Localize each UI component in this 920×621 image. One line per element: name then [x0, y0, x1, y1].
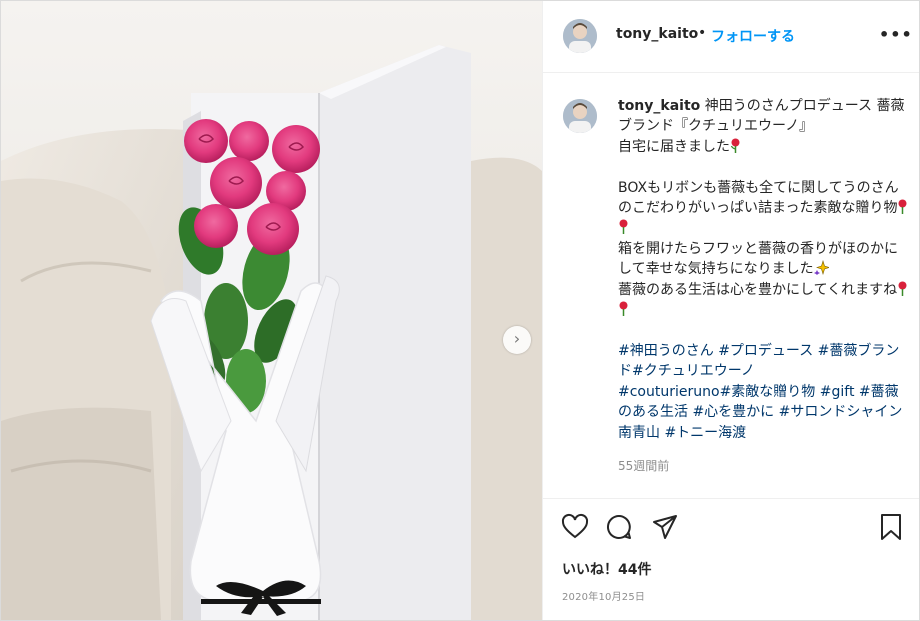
post-time-ago[interactable]: 55週間前: [618, 457, 669, 474]
post-photo[interactable]: ›: [1, 1, 542, 620]
action-bar: [543, 498, 919, 549]
hashtag-link[interactable]: #couturieruno: [618, 384, 720, 400]
more-options-icon[interactable]: •••: [879, 25, 913, 44]
bookmark-icon[interactable]: [877, 513, 905, 541]
hashtag-link[interactable]: #プロデュース: [718, 343, 813, 359]
chevron-right-icon: ›: [513, 329, 521, 348]
caption-line-5: 薔薇のある生活は心を豊かにしてくれますね: [618, 281, 898, 298]
hashtag-link[interactable]: #トニー海渡: [664, 425, 746, 441]
separator-dot: •: [698, 25, 707, 41]
hashtag-link[interactable]: #素敵な贈り物: [720, 384, 816, 400]
post-date: 2020年10月25日: [562, 592, 646, 603]
hashtag-link[interactable]: #gift: [820, 384, 855, 400]
comment-icon[interactable]: [605, 513, 633, 541]
avatar-image: [563, 19, 597, 53]
avatar-image: [563, 99, 597, 133]
caption-line-3: BOXもリボンも薔薇も全てに関してうのさんのこだわりがいっぱい詰まった素敵な贈り…: [618, 179, 899, 217]
rose-emoji-icon: [898, 281, 907, 296]
hashtag-link[interactable]: #心を豊かに: [692, 404, 774, 420]
avatar[interactable]: [563, 19, 597, 53]
rose-emoji-icon: [898, 199, 907, 215]
sparkles-emoji-icon: [813, 260, 829, 276]
username[interactable]: tony_kaito: [616, 26, 698, 42]
likes-count[interactable]: いいね！44件: [562, 559, 651, 579]
caption-avatar[interactable]: [563, 99, 597, 133]
caption-line-4: 箱を開けたらフワッと薔薇の香りがほのかにして幸せな気持ちになりました: [618, 240, 898, 278]
caption-line-2: 自宅に届きました: [618, 138, 730, 155]
heart-icon[interactable]: [561, 513, 589, 541]
follow-button[interactable]: フォローする: [711, 26, 795, 46]
rose-emoji-icon: [619, 219, 628, 235]
hashtag-link[interactable]: #クチュリエウーノ: [632, 363, 755, 379]
caption-text: tony_kaito 神田うのさんプロデュース 薔薇ブランド『クチュリエウーノ』…: [618, 96, 910, 443]
share-icon[interactable]: [651, 513, 679, 541]
rose-emoji-icon: [730, 138, 740, 153]
rose-emoji-icon: [619, 301, 628, 317]
rose-box-photo: [1, 1, 542, 620]
post-sidebar: tony_kaito • フォローする ••• tony_kaito 神田うのさ…: [542, 1, 919, 620]
next-photo-button[interactable]: ›: [503, 326, 531, 354]
caption-username[interactable]: tony_kaito: [618, 98, 700, 114]
hashtag-link[interactable]: #神田うのさん: [618, 343, 714, 359]
post-header: tony_kaito • フォローする •••: [543, 1, 919, 73]
